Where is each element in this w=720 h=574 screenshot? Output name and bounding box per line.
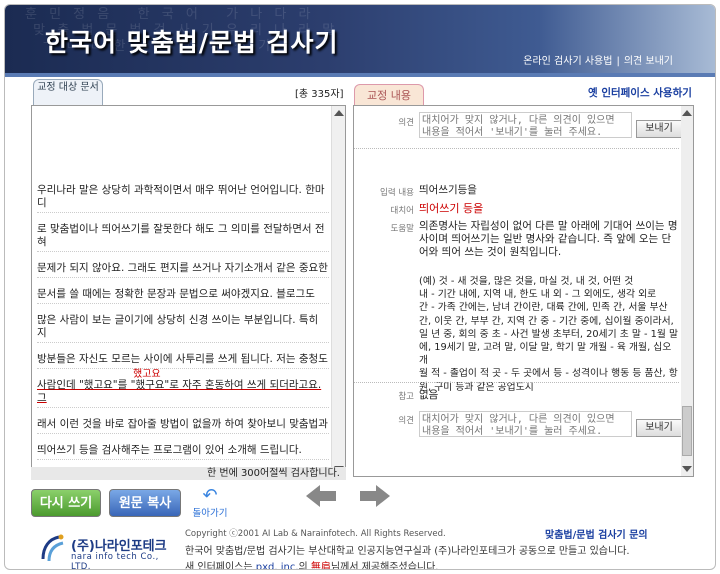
- input-label: 입력 내용: [380, 188, 414, 198]
- feedback-link[interactable]: 의견 보내기: [624, 56, 673, 67]
- correction-panel: 의견 보내기 입력 내용 띄어쓰기등을 대치어 띄어쓰기 등을 도움말 의존명사…: [353, 105, 694, 477]
- footer-credit-line1: 한국어 맞춤법/문법 검사기는 부산대학교 인공지능연구실과 (주)나라인포테크…: [185, 546, 630, 557]
- word-limit-note: 한 번에 300어절씩 검사합니다.: [31, 467, 346, 480]
- manual-link[interactable]: 온라인 검사기 사용법: [523, 56, 612, 67]
- app-frame: 훈 민 정 음 한 국 어 가 나 다 라 맞 춤 법 문 법 검 사 기 우 …: [4, 4, 716, 570]
- return-arrow-icon: ↶: [202, 485, 218, 506]
- text-line: 많은 사람이 보는 글이기에 상당히 신경 쓰이는 부분입니다. 특히 지: [37, 314, 329, 343]
- help-text: 의존명사는 자립성이 없어 다른 말 아래에 기대어 쓰이는 명사이며 띄어쓰기…: [419, 220, 678, 258]
- section-divider: [354, 382, 679, 383]
- reference-label: 참고: [398, 392, 414, 402]
- left-arrow-icon[interactable]: [303, 483, 339, 513]
- example-text: (예) 것 - 새 것을, 많은 것을, 마실 것, 내 것, 어떤 것 내 -…: [419, 276, 678, 393]
- opinion-textarea-1[interactable]: [419, 112, 632, 138]
- tab-original-document[interactable]: 교정 대상 문서: [33, 79, 103, 105]
- opinion-label: 의견: [398, 118, 414, 128]
- header-divider: [5, 73, 715, 77]
- text-line: 로 맞춤법이나 띄어쓰기를 잘못한다 해도 그 의미를 전달하면서 전혀: [37, 223, 329, 252]
- back-button[interactable]: ↶ 돌아가기: [185, 487, 235, 521]
- app-title: 한국어 맞춤법/문법 검사기: [45, 28, 339, 57]
- text-line: 래서 이런 것을 바로 잡아줄 방법이 없을까 하여 찾아보니 맞춤법과: [37, 418, 329, 434]
- designer-name: 無肩: [310, 562, 331, 570]
- help-label: 도움말: [390, 224, 414, 234]
- tab-correction[interactable]: 교정 내용: [354, 84, 424, 106]
- credit-pre: 새 인터페이스는: [185, 562, 256, 570]
- send-button-2[interactable]: 보내기: [636, 419, 682, 437]
- send-button-1[interactable]: 보내기: [636, 120, 682, 138]
- error-suggestion[interactable]: 했고요: [133, 368, 161, 381]
- link-separator: |: [616, 56, 620, 67]
- input-value: 띄어쓰기등을: [419, 184, 477, 196]
- right-scrollbar[interactable]: [681, 106, 693, 476]
- inquiry-link[interactable]: 맞춤법/문법 검사기 문의: [545, 526, 648, 541]
- rewrite-button[interactable]: 다시 쓰기: [31, 489, 101, 517]
- text-line: 했고요 사람인데 "했고요"를 "했구요"로 자주 혼동하여 쓰게 되더라고요.…: [37, 369, 329, 408]
- right-arrow-icon[interactable]: [357, 483, 393, 513]
- opinion-textarea-2[interactable]: [419, 411, 632, 437]
- reference-value: 없음: [419, 389, 439, 401]
- text-line: 문서를 쓸 때에는 정확한 문장과 문법으로 써야겠지요. 블로그도: [37, 288, 329, 304]
- copy-original-button[interactable]: 원문 복사: [109, 489, 181, 517]
- replace-value[interactable]: 띄어쓰기 등을: [419, 202, 674, 215]
- section-divider: [354, 148, 679, 149]
- char-count: [총 335자]: [295, 89, 344, 100]
- header-banner: 훈 민 정 음 한 국 어 가 나 다 라 맞 춤 법 문 법 검 사 기 우 …: [5, 5, 715, 73]
- header-links: 온라인 검사기 사용법 | 의견 보내기: [523, 52, 673, 67]
- old-interface-link[interactable]: 옛 인터페이스 사용하기: [588, 85, 692, 100]
- text-line: 방분들은 자신도 모르는 사이에 사투리를 쓰게 됩니다. 저는 충청도: [37, 353, 329, 369]
- company-logo: (주)나라인포테크 nara info tech Co., LTD.: [39, 531, 179, 570]
- footer-credit-line2: 새 인터페이스는 pxd. inc.의 無肩님께서 제공해주셨습니다.: [185, 558, 439, 570]
- credit-mid: 의: [298, 562, 311, 570]
- replace-label: 대치어: [390, 206, 414, 216]
- original-text-panel[interactable]: 우리나라 말은 상당히 과학적이면서 매우 뛰어난 언어입니다. 한마디 로 맞…: [31, 105, 346, 477]
- scroll-up-icon[interactable]: [334, 110, 344, 116]
- scroll-up-icon[interactable]: [682, 110, 692, 116]
- text-line-with-error: 사람인데 "했고요"를 "했구요"로 자주 혼동하여 쓰게 되더라고요. 그: [37, 379, 322, 404]
- text-line: 우리나라 말은 상당히 과학적이면서 매우 뛰어난 언어입니다. 한마디: [37, 184, 329, 213]
- back-label: 돌아가기: [192, 508, 228, 519]
- credit-post: 님께서 제공해주셨습니다.: [330, 562, 439, 570]
- left-scrollbar[interactable]: [331, 106, 345, 476]
- copyright: Copyright ⓒ2001 AI Lab & Narainfotech. A…: [185, 529, 446, 539]
- pxd-link[interactable]: pxd. inc.: [256, 562, 299, 569]
- text-line: 문제가 되지 않아요. 그래도 편지를 쓰거나 자기소개서 같은 중요한: [37, 262, 329, 278]
- scroll-thumb[interactable]: [682, 406, 692, 456]
- company-name-en: nara info tech Co., LTD.: [71, 552, 159, 570]
- text-line: 띄어쓰기 등을 검사해주는 프로그램이 있어 소개해 드립니다.: [37, 444, 329, 460]
- original-text: 우리나라 말은 상당히 과학적이면서 매우 뛰어난 언어입니다. 한마디 로 맞…: [37, 184, 329, 470]
- scroll-down-icon[interactable]: [682, 466, 692, 472]
- nara-logo-icon: [41, 534, 64, 562]
- opinion-label: 의견: [398, 416, 414, 426]
